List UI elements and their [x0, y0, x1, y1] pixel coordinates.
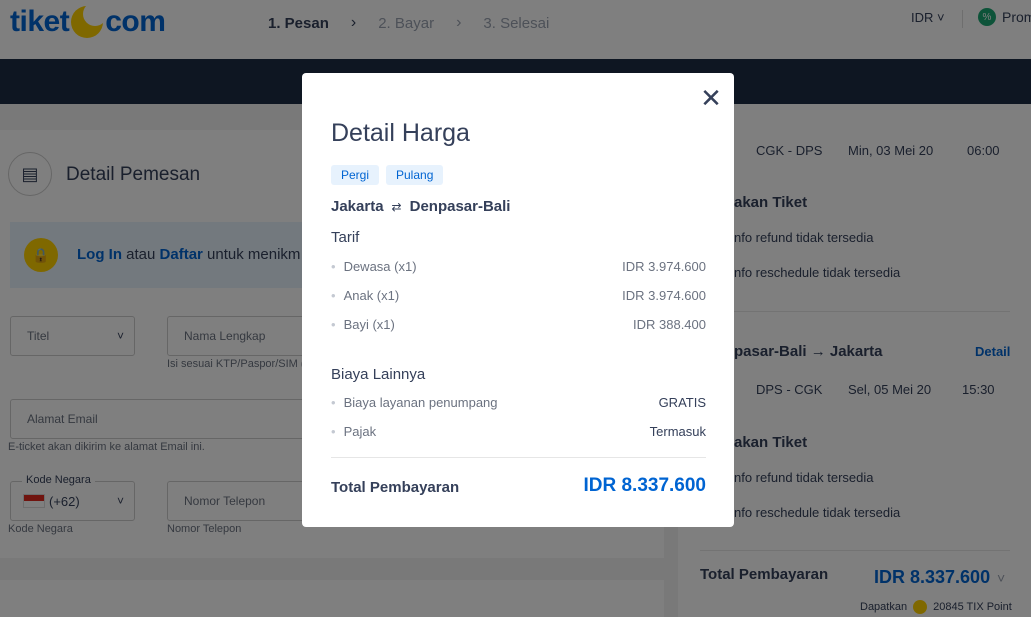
route-origin: Jakarta [331, 198, 384, 215]
fee-row: Pajak Termasuk [331, 424, 706, 439]
fee-label: Biaya layanan penumpang [331, 395, 498, 410]
route-destination: Denpasar-Bali [409, 198, 511, 215]
total-label: Total Pembayaran [331, 479, 460, 496]
fare-row: Bayi (x1) IDR 388.400 [331, 317, 706, 332]
tarif-heading: Tarif [331, 229, 360, 246]
route-title: Jakarta ⇄ Denpasar-Bali [331, 198, 510, 215]
fare-row: Anak (x1) IDR 3.974.600 [331, 288, 706, 303]
fare-value: IDR 3.974.600 [622, 259, 706, 274]
modal-title: Detail Harga [331, 119, 470, 147]
tag-pergi: Pergi [331, 165, 380, 185]
fee-value: GRATIS [658, 395, 706, 410]
tag-pulang: Pulang [386, 165, 444, 185]
price-detail-modal: ✕ Detail Harga Pergi Pulang Jakarta ⇄ De… [302, 73, 734, 527]
fare-label: Dewasa (x1) [331, 259, 417, 274]
round-trip-icon: ⇄ [391, 199, 402, 214]
close-button[interactable]: ✕ [697, 83, 725, 113]
fee-value: Termasuk [649, 424, 706, 439]
fee-row: Biaya layanan penumpang GRATIS [331, 395, 706, 410]
fare-label: Anak (x1) [331, 288, 400, 303]
fare-value: IDR 3.974.600 [622, 288, 706, 303]
fare-label: Bayi (x1) [331, 317, 395, 332]
modal-divider [331, 457, 706, 458]
total-value: IDR 8.337.600 [583, 475, 706, 496]
other-fees-heading: Biaya Lainnya [331, 366, 426, 383]
fare-row: Dewasa (x1) IDR 3.974.600 [331, 259, 706, 274]
fare-value: IDR 388.400 [633, 317, 706, 332]
fee-label: Pajak [331, 424, 377, 439]
